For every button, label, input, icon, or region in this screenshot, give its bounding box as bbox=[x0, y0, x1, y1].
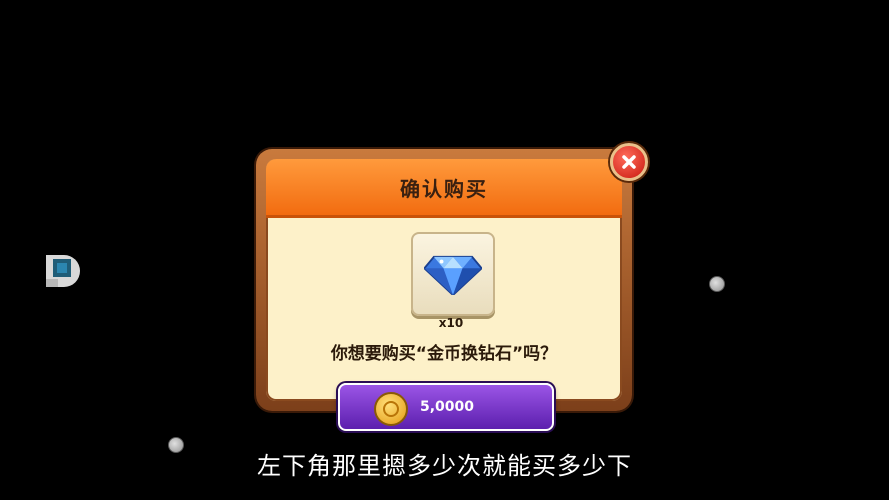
gold-coin-icon bbox=[374, 392, 408, 426]
game-screen: 确认购买 x10 你想要购买“金币换钻石”吗？ 5,0000 左下角那里摁多少次… bbox=[0, 0, 889, 500]
recorder-badge-icon[interactable] bbox=[44, 253, 82, 289]
video-subtitle: 左下角那里摁多少次就能买多少下 bbox=[257, 452, 632, 480]
close-button[interactable] bbox=[610, 143, 648, 181]
buy-button[interactable]: 5,0000 bbox=[338, 383, 554, 431]
item-tile bbox=[411, 232, 495, 316]
item-quantity: x10 bbox=[438, 316, 464, 330]
price-amount: 5,0000 bbox=[420, 399, 475, 415]
diamond-icon bbox=[424, 255, 482, 295]
touch-indicator bbox=[709, 276, 725, 292]
confirm-question: 你想要购买“金币换钻石”吗？ bbox=[330, 344, 558, 364]
dialog-panel: 确认购买 x10 你想要购买“金币换钻石”吗？ bbox=[266, 159, 622, 401]
dialog-title: 确认购买 bbox=[400, 176, 488, 201]
dialog-header: 确认购买 bbox=[266, 159, 622, 218]
purchase-dialog: 确认购买 x10 你想要购买“金币换钻石”吗？ bbox=[256, 149, 632, 411]
close-icon bbox=[622, 155, 636, 169]
